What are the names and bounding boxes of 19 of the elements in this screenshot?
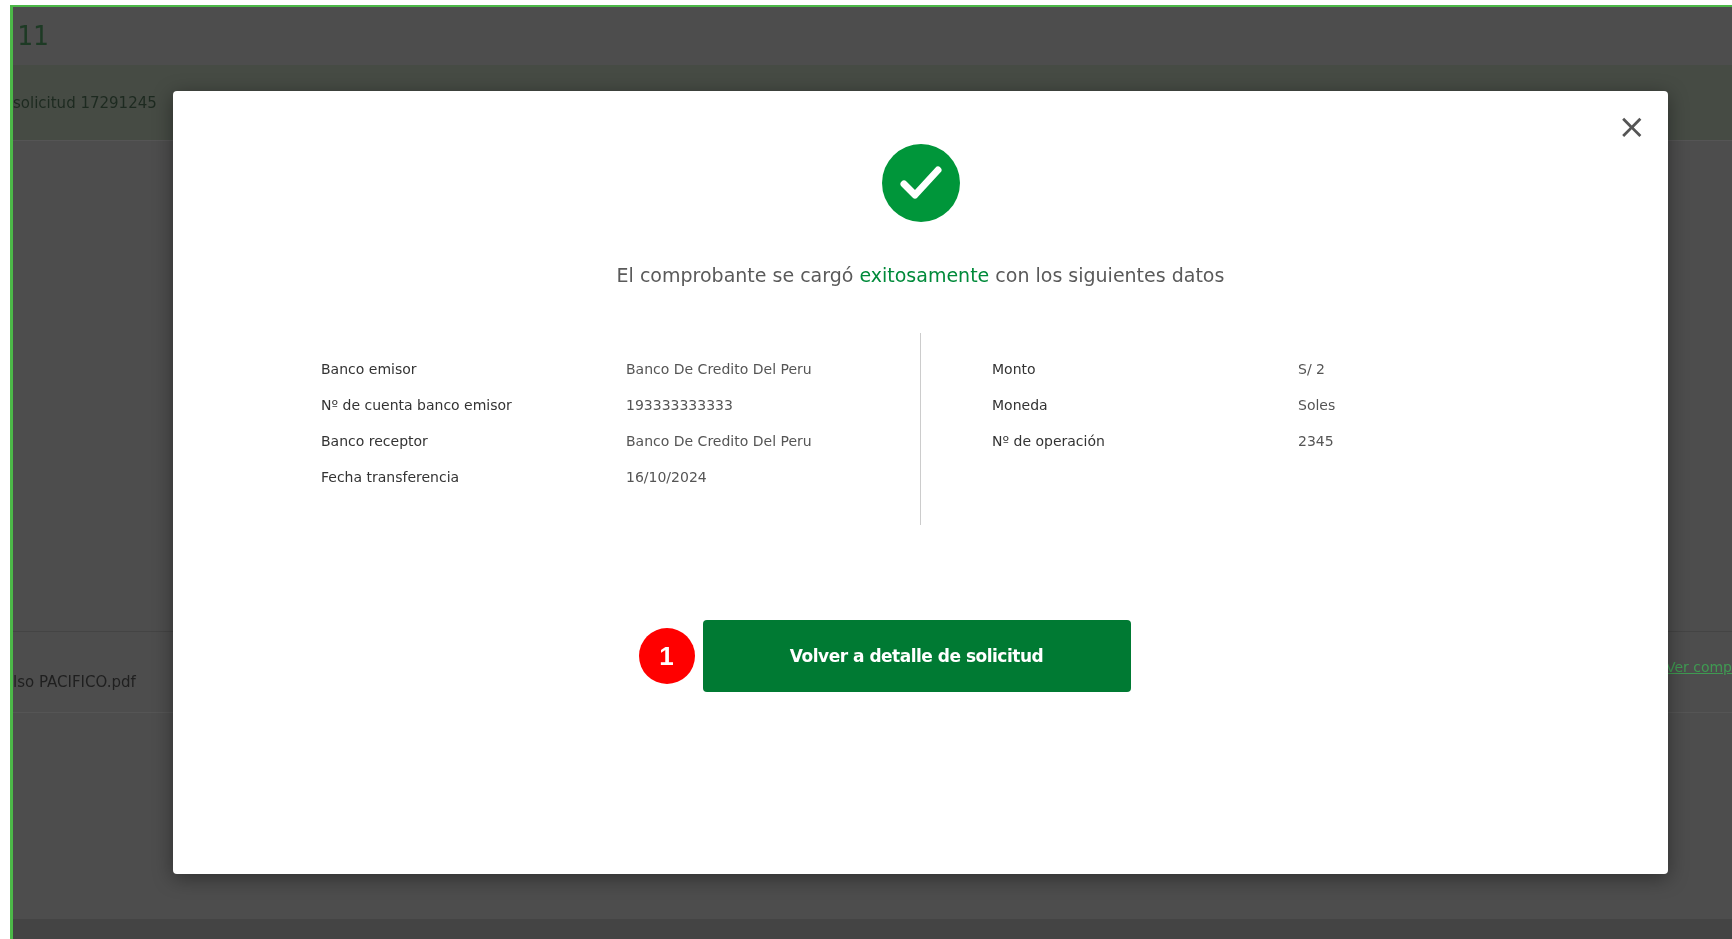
detail-label: Fecha transferencia	[321, 469, 461, 485]
detail-label: Monto	[992, 361, 1037, 377]
success-message: El comprobante se cargó exitosamente con los siguientes datos	[616, 264, 1225, 286]
detail-label: Banco receptor	[321, 433, 429, 449]
step-badge: 1	[638, 628, 695, 684]
back-to-request-button[interactable]: Volver a detalle de solicitud	[702, 620, 1131, 692]
detail-value: S/ 2	[1298, 361, 1326, 377]
detail-label: Banco emisor	[321, 361, 418, 377]
detail-value: Soles	[1298, 397, 1337, 413]
detail-label: Nº de operación	[992, 433, 1106, 449]
detail-value: Banco De Credito Del Peru	[626, 433, 813, 449]
detail-label: Nº de cuenta banco emisor	[321, 397, 513, 413]
success-check-icon	[881, 144, 960, 222]
close-button[interactable]: ×	[1613, 105, 1650, 147]
detail-value: 193333333333	[626, 397, 734, 413]
detail-label: Moneda	[992, 397, 1049, 413]
detail-value: 16/10/2024	[626, 469, 708, 485]
detail-value: Banco De Credito Del Peru	[626, 361, 813, 377]
detail-value: 2345	[1298, 433, 1335, 449]
